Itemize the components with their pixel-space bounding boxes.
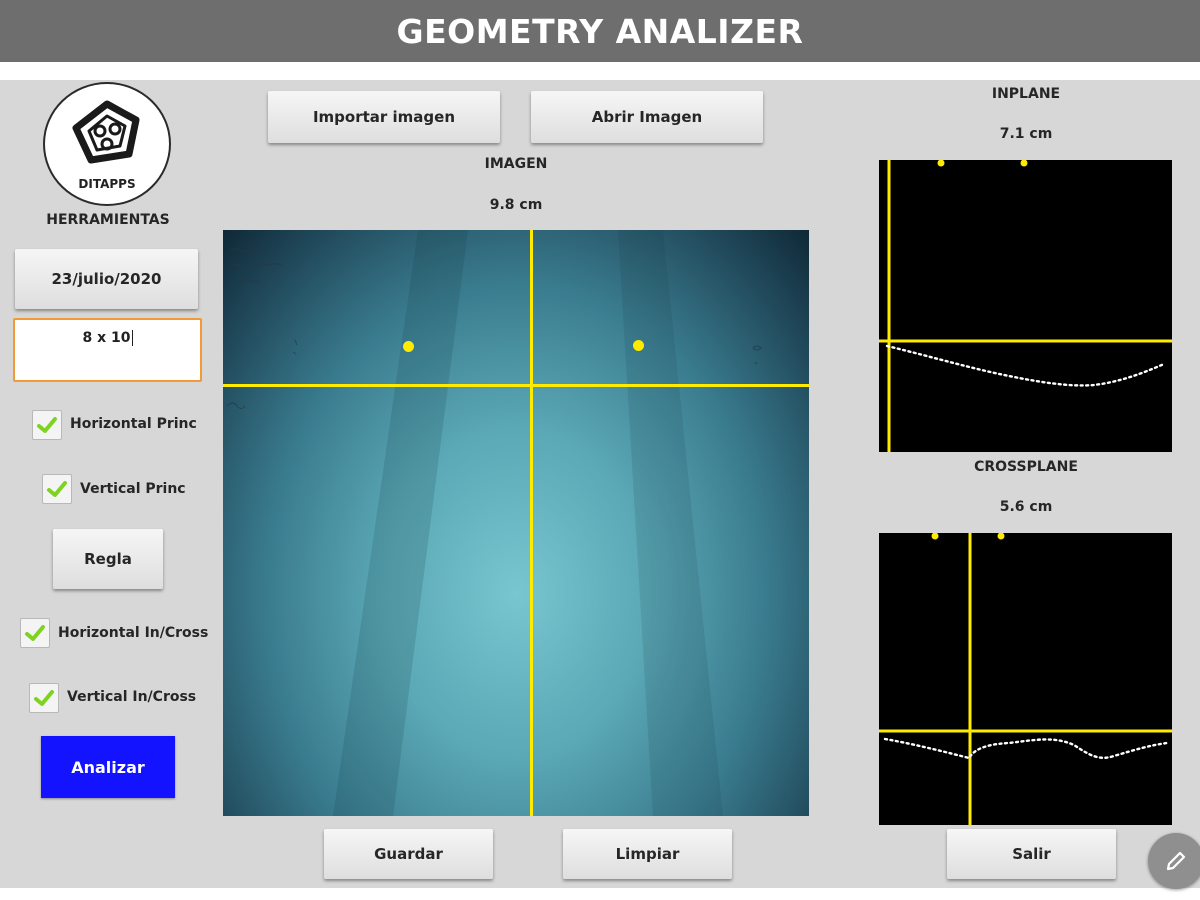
crossplane-plot[interactable] xyxy=(879,533,1172,825)
crossplane-title: CROSSPLANE xyxy=(974,459,1078,475)
inplane-size: 7.1 cm xyxy=(999,126,1053,142)
check-icon xyxy=(47,481,67,497)
film-overlay xyxy=(226,230,762,816)
horizontal-profile-line[interactable] xyxy=(223,384,809,387)
exit-button[interactable]: Salir xyxy=(947,829,1116,879)
checkbox-horizontal-princ[interactable] xyxy=(32,410,62,440)
size-input[interactable]: 8 x 10 xyxy=(13,318,202,382)
ruler-button[interactable]: Regla xyxy=(53,529,163,589)
checkbox-vertical-incross[interactable] xyxy=(29,683,59,713)
clear-button[interactable]: Limpiar xyxy=(563,829,732,879)
import-image-button[interactable]: Importar imagen xyxy=(268,91,500,143)
pencil-icon xyxy=(1166,851,1186,871)
checkbox-label-vertical-princ: Vertical Princ xyxy=(80,481,186,497)
text-cursor xyxy=(131,330,133,346)
inplane-profile-svg xyxy=(879,160,1172,452)
checkbox-vertical-princ[interactable] xyxy=(42,474,72,504)
app-title-bar: GEOMETRY ANALIZER xyxy=(0,0,1200,62)
tools-label: HERRAMIENTAS xyxy=(46,212,170,228)
vertical-profile-line[interactable] xyxy=(530,230,533,816)
inplane-plot[interactable] xyxy=(879,160,1172,452)
edit-fab[interactable] xyxy=(1148,833,1200,889)
open-image-button[interactable]: Abrir Imagen xyxy=(531,91,763,143)
ditapps-logo: DITAPPS xyxy=(43,82,171,206)
save-button[interactable]: Guardar xyxy=(324,829,493,879)
image-size: 9.8 cm xyxy=(489,197,543,213)
checkbox-label-horizontal-princ: Horizontal Princ xyxy=(70,416,197,432)
pentagon-logo-icon xyxy=(72,100,140,164)
date-button[interactable]: 23/julio/2020 xyxy=(15,249,198,309)
analyze-button[interactable]: Analizar xyxy=(41,736,175,798)
inplane-marker-right xyxy=(1020,160,1028,167)
checkbox-label-vertical-incross: Vertical In/Cross xyxy=(67,689,197,705)
inplane-profile-curve xyxy=(885,344,1166,387)
checkbox-label-horizontal-incross: Horizontal In/Cross xyxy=(58,625,209,641)
app-title: GEOMETRY ANALIZER xyxy=(396,11,804,51)
size-input-value: 8 x 10 xyxy=(82,330,131,346)
crossplane-profile-curve xyxy=(883,737,1169,760)
inplane-marker-left xyxy=(937,160,945,167)
check-icon xyxy=(37,417,57,433)
crossplane-size: 5.6 cm xyxy=(999,499,1053,515)
film-image[interactable] xyxy=(223,230,809,816)
check-icon xyxy=(25,625,45,641)
logo-text: DITAPPS xyxy=(78,177,136,191)
checkbox-horizontal-incross[interactable] xyxy=(20,618,50,648)
crossplane-marker-right xyxy=(997,533,1005,540)
check-icon xyxy=(34,690,54,706)
marker-point-left[interactable] xyxy=(403,341,414,352)
inplane-title: INPLANE xyxy=(991,86,1061,102)
image-title: IMAGEN xyxy=(484,156,548,172)
crossplane-marker-left xyxy=(931,533,939,540)
marker-point-right[interactable] xyxy=(633,340,644,351)
crossplane-profile-svg xyxy=(879,533,1172,825)
